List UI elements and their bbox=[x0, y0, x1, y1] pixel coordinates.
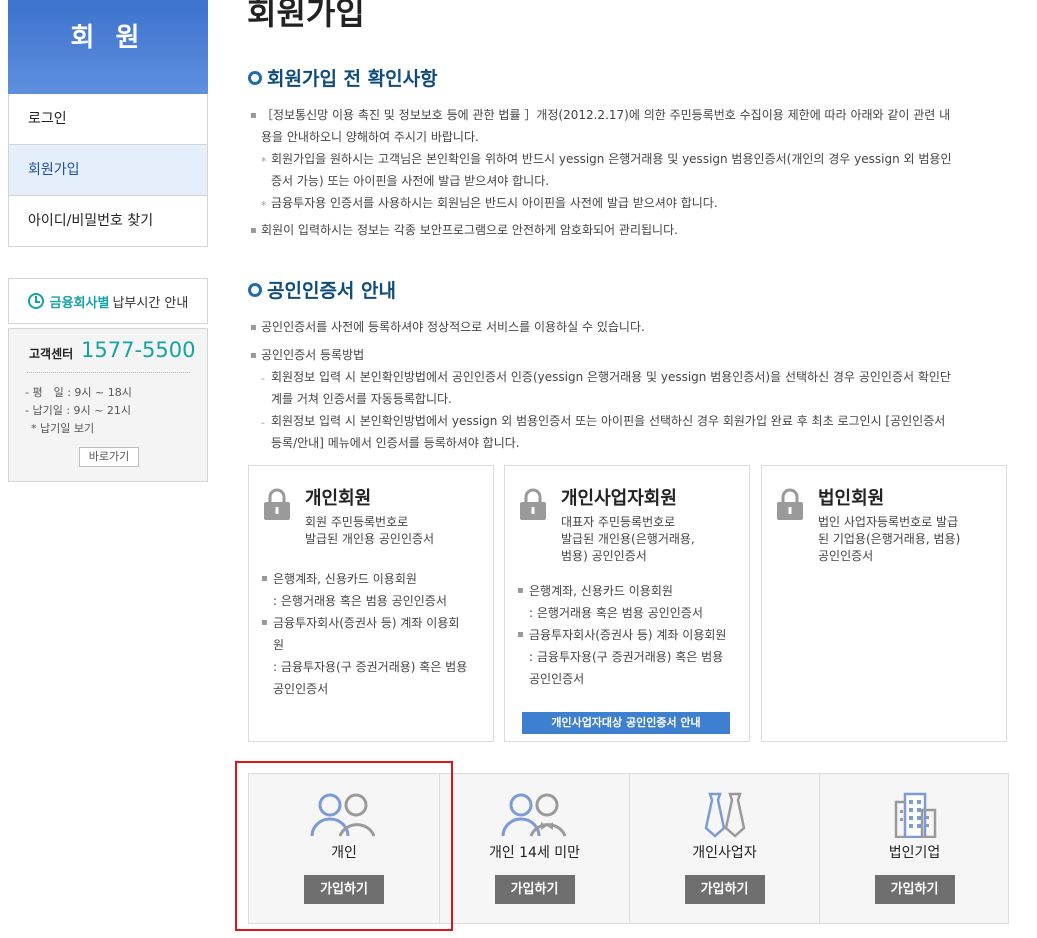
notice-sub-2: 금융투자용 인증서를 사용하시는 회원님은 반드시 아이핀을 사전에 발급 받으… bbox=[271, 196, 718, 210]
card-individual: 개인회원 회원 주민등록번호로 발급된 개인용 공인인증서 ▪ 은행계좌, 신용카… bbox=[248, 465, 494, 742]
notice-paragraph-1a: ［정보통신망 이용 촉진 및 정보보호 등에 관한 법률 ］개정(2012.2.… bbox=[261, 108, 951, 122]
circle-bullet-icon bbox=[248, 70, 262, 85]
due-day-view-link[interactable]: * 납기일 보기 bbox=[31, 420, 94, 436]
card-description: 법인 사업자등록번호로 발급 된 기업용(은행거래용, 범용) 공인인증서 bbox=[818, 515, 961, 563]
section-title-text: 회원가입 전 확인사항 bbox=[267, 68, 438, 90]
dash-icon: - bbox=[261, 416, 265, 429]
parent-child-icon bbox=[501, 793, 566, 837]
join-sole-proprietor-button[interactable]: 가입하기 bbox=[684, 875, 765, 904]
join-label: 법인기업 bbox=[888, 845, 941, 861]
card-corporate: 법인회원 법인 사업자등록번호로 발급 된 기업용(은행거래용, 범용) 공인인… bbox=[761, 465, 1007, 742]
customer-center-phone: 1577-5500 bbox=[81, 338, 196, 362]
cert-method-2a: 회원정보 입력 시 본인확인방법에서 yessign 외 범용인증서 또는 아이… bbox=[271, 414, 946, 428]
section-title-text: 공인인증서 안내 bbox=[267, 280, 396, 302]
weekday-hours: - 평 일 : 9시 ~ 18시 bbox=[25, 386, 132, 399]
card-title: 개인회원 bbox=[305, 488, 372, 509]
notice-sub-1a: 회원가입을 원하시는 고객님은 본인확인을 위하여 반드시 yessign 은행… bbox=[271, 152, 952, 166]
sidebar-item-signup[interactable]: 회원가입 bbox=[9, 144, 207, 195]
divider bbox=[27, 372, 190, 373]
notice-sub-1b: 증서 가능) 또는 아이핀을 사전에 발급 받으셔야 합니다. bbox=[271, 174, 550, 188]
join-option-minor: 개인 14세 미만 가입하기 bbox=[439, 774, 629, 923]
payment-time-link[interactable]: 금융회사별 납부시간 안내 bbox=[8, 278, 208, 324]
cert-paragraph-1: 공인인증서를 사전에 등록하셔야 정상적으로 서비스를 이용하실 수 있습니다. bbox=[261, 320, 645, 334]
cert-method-2b: 등록/안내] 메뉴에서 인증서를 등록하셔야 합니다. bbox=[271, 436, 520, 450]
card-usage-list: ▪ 은행계좌, 신용카드 이용회원 : 은행거래용 혹은 범용 공인인증서 ▪ 금융… bbox=[261, 572, 468, 696]
asterisk-icon: * bbox=[261, 199, 267, 212]
shortcut-button[interactable]: 바로가기 bbox=[79, 447, 139, 467]
card-usage-list: ▪ 은행계좌, 신용카드 이용회원 : 은행거래용 혹은 범용 공인인증서 ▪ 금융… bbox=[517, 584, 727, 686]
dash-icon: - bbox=[261, 372, 265, 385]
section-title-certificate: 공인인증서 안내 bbox=[248, 276, 396, 303]
card-description: 대표자 주민등록번호로 발급된 개인용(은행거래용, 범용) 공인인증서 bbox=[561, 515, 695, 563]
lock-icon bbox=[264, 488, 290, 520]
bullet-icon: ▪ bbox=[250, 110, 257, 121]
circle-bullet-icon bbox=[248, 282, 262, 297]
card-sole-proprietor: 개인사업자회원 대표자 주민등록번호로 발급된 개인용(은행거래용, 범용) 공… bbox=[504, 465, 750, 742]
customer-center-box: 고객센터 1577-5500 - 평 일 : 9시 ~ 18시 - 납기일 : … bbox=[8, 328, 208, 482]
necktie-icon bbox=[704, 792, 745, 838]
card-title: 법인회원 bbox=[818, 488, 885, 509]
cert-method-1b: 계를 거쳐 인증서를 자동등록합니다. bbox=[271, 392, 452, 406]
asterisk-icon: * bbox=[261, 155, 267, 168]
join-option-sole-proprietor: 개인사업자 가입하기 bbox=[629, 774, 819, 923]
sidebar-item-find-account[interactable]: 아이디/비밀번호 찾기 bbox=[9, 195, 207, 246]
card-description: 회원 주민등록번호로 발급된 개인용 공인인증서 bbox=[305, 515, 435, 546]
payment-time-highlight: 금융회사별 bbox=[49, 295, 110, 311]
section-title-pre-check: 회원가입 전 확인사항 bbox=[248, 64, 438, 91]
sidebar-menu: 로그인 회원가입 아이디/비밀번호 찾기 bbox=[8, 94, 208, 247]
bullet-icon: ▪ bbox=[250, 225, 257, 236]
clock-icon bbox=[27, 293, 44, 309]
page-title: 회원가입 bbox=[247, 0, 365, 32]
join-label: 개인 14세 미만 bbox=[488, 845, 581, 861]
due-day-hours: - 납기일 : 9시 ~ 21시 bbox=[25, 404, 131, 417]
lock-icon bbox=[777, 488, 803, 520]
bullet-icon: ▪ bbox=[250, 350, 257, 361]
join-label: 개인사업자 bbox=[692, 845, 757, 861]
sidebar-item-login[interactable]: 로그인 bbox=[9, 94, 207, 144]
cert-paragraph-2: 공인인증서 등록방법 bbox=[261, 348, 365, 362]
lock-icon bbox=[520, 488, 546, 520]
join-option-corporate: 법인기업 가입하기 bbox=[819, 774, 1009, 923]
building-icon bbox=[894, 792, 936, 838]
join-minor-button[interactable]: 가입하기 bbox=[494, 875, 575, 904]
notice-paragraph-2: 회원이 입력하시는 정보는 각종 보안프로그램으로 안전하게 암호화되어 관리됩… bbox=[261, 223, 678, 237]
selection-highlight bbox=[235, 761, 453, 931]
card-title: 개인사업자회원 bbox=[561, 488, 677, 509]
bullet-icon: ▪ bbox=[250, 322, 257, 333]
cert-method-1a: 회원정보 입력 시 본인확인방법에서 공인인증서 인증(yessign 은행거래… bbox=[271, 370, 951, 384]
payment-time-label: 납부시간 안내 bbox=[112, 295, 189, 311]
notice-paragraph-1b: 용을 안내하오니 양해하여 주시기 바랍니다. bbox=[261, 130, 479, 144]
sole-proprietor-cert-guide-button[interactable]: 개인사업자대상 공인인증서 안내 bbox=[522, 712, 730, 734]
join-corporate-button[interactable]: 가입하기 bbox=[874, 875, 955, 904]
sidebar-header: 회 원 bbox=[8, 0, 208, 94]
customer-center-title: 고객센터 bbox=[29, 347, 74, 361]
